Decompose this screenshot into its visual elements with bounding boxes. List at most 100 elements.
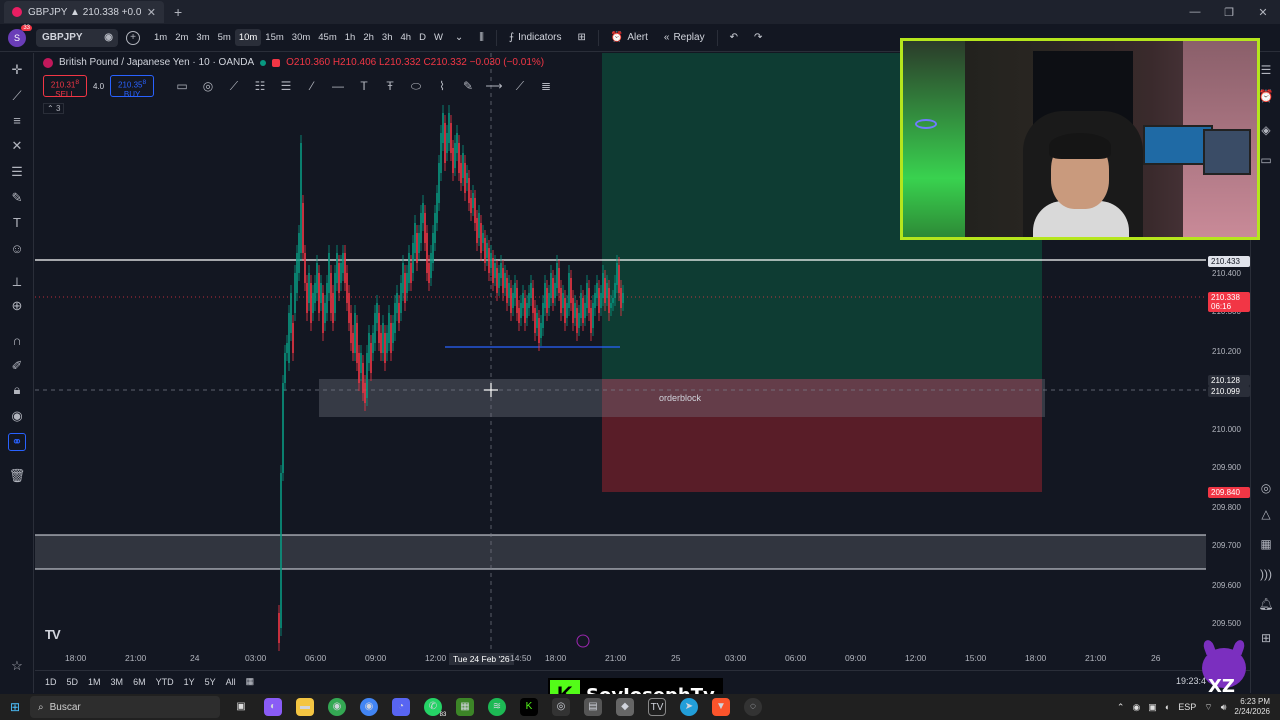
ruler-icon[interactable]: ⟂	[8, 273, 26, 291]
range-All[interactable]: All	[226, 677, 236, 687]
indicators-button[interactable]: ⨍ Indicators	[501, 24, 570, 52]
pen-icon[interactable]: ✎	[459, 77, 477, 95]
ideas-icon[interactable]: △	[1257, 507, 1275, 525]
copilot-icon[interactable]: ◐	[264, 698, 282, 716]
tray-app-icon[interactable]: ◐	[1165, 702, 1170, 712]
horizontal-line-icon[interactable]: —	[329, 77, 347, 95]
range-5Y[interactable]: 5Y	[205, 677, 216, 687]
link-icon[interactable]: ⚭	[8, 433, 26, 451]
range-YTD[interactable]: YTD	[156, 677, 174, 687]
calendar-icon[interactable]: ▦	[1257, 537, 1275, 555]
label-icon[interactable]: Ŧ	[381, 77, 399, 95]
telegram-icon[interactable]: ➤	[680, 698, 698, 716]
interval-1m[interactable]: 1m	[150, 29, 171, 46]
chrome-icon[interactable]: ◉	[328, 698, 346, 716]
ellipse-icon[interactable]: ⬭	[407, 77, 425, 95]
emoji-icon[interactable]: ☺	[8, 239, 26, 257]
prediction-icon[interactable]: ☰	[8, 163, 26, 181]
file-explorer-icon[interactable]: ▬	[296, 698, 314, 716]
range-5D[interactable]: 5D	[67, 677, 79, 687]
interval-dropdown-icon[interactable]: ⌄	[447, 24, 471, 52]
interval-3h[interactable]: 3h	[378, 29, 397, 46]
crosshair-icon[interactable]: ✛	[8, 61, 26, 79]
app-icon[interactable]: ▤	[584, 698, 602, 716]
trash-icon[interactable]: 🗑︎	[8, 467, 26, 485]
undo-icon[interactable]: ↶	[722, 24, 746, 52]
favorites-star-icon[interactable]: ☆	[8, 657, 26, 675]
spotify-icon[interactable]: ≋	[488, 698, 506, 716]
h-ray-icon[interactable]: ⟶	[485, 77, 503, 95]
chrome-profile-icon[interactable]: ◉	[360, 698, 378, 716]
interval-45m[interactable]: 45m	[314, 29, 340, 46]
task-view-icon[interactable]: ▣	[232, 698, 250, 716]
tradingview-app-icon[interactable]: TV	[648, 698, 666, 716]
candle-type-icon[interactable]: ⫼	[471, 24, 492, 52]
interval-5m[interactable]: 5m	[214, 29, 235, 46]
target-icon[interactable]: ◎	[1257, 481, 1275, 499]
zoom-in-icon[interactable]: ⊕	[8, 297, 26, 315]
minecraft-icon[interactable]: ▦	[456, 698, 474, 716]
whatsapp-icon[interactable]: ✆ 83	[424, 698, 446, 718]
extended-line-icon[interactable]: ⟋	[511, 77, 529, 95]
symbol-search[interactable]: GBPJPY ◉	[36, 28, 118, 47]
range-3M[interactable]: 3M	[111, 677, 124, 687]
windows-start-icon[interactable]: ⊞	[0, 700, 30, 714]
indicator-collapse[interactable]: ⌃ 3	[43, 103, 65, 114]
ray-icon[interactable]: ⁄	[303, 77, 321, 95]
fib-icon[interactable]: ≡	[8, 111, 26, 129]
interval-10m[interactable]: 10m	[234, 29, 262, 46]
notifications-icon[interactable]: 🔔︎	[1257, 597, 1275, 615]
browser-tab[interactable]: GBPJPY ▲ 210.338 +0.02% / U ✕	[4, 1, 164, 23]
interval-3m[interactable]: 3m	[192, 29, 213, 46]
lock-icon[interactable]: 🔒︎	[8, 381, 26, 399]
goto-date-icon[interactable]: ▦	[246, 676, 255, 687]
range-1D[interactable]: 1D	[45, 677, 57, 687]
taskbar-clock[interactable]: 6:23 PM 2/24/2026	[1234, 697, 1270, 717]
range-1M[interactable]: 1M	[88, 677, 101, 687]
discord-icon[interactable]: ◔	[392, 698, 410, 716]
interval-D[interactable]: D	[415, 29, 430, 46]
channel-icon[interactable]: ☷	[251, 77, 269, 95]
taskbar-search[interactable]: ⌕ Buscar	[30, 696, 220, 718]
alert-button[interactable]: ⏰ Alert	[603, 24, 656, 52]
circle-icon[interactable]: ◎	[199, 77, 217, 95]
interval-2m[interactable]: 2m	[171, 29, 192, 46]
close-window-button[interactable]: ✕	[1246, 6, 1280, 19]
fib-tool-icon[interactable]: ☰	[277, 77, 295, 95]
replay-button[interactable]: « Replay	[656, 24, 713, 52]
range-1Y[interactable]: 1Y	[184, 677, 195, 687]
interval-30m[interactable]: 30m	[288, 29, 314, 46]
avatar[interactable]: S 33	[8, 24, 32, 47]
pencil-lock-icon[interactable]: ✐	[8, 357, 26, 375]
more-tools-icon[interactable]: ≣	[537, 77, 555, 95]
compare-symbol-button[interactable]: +	[126, 30, 140, 45]
app-icon[interactable]: ◆	[616, 698, 634, 716]
pattern-icon[interactable]: ✕	[8, 137, 26, 155]
redo-icon[interactable]: ↷	[746, 24, 770, 52]
eye-icon[interactable]: ◉	[8, 407, 26, 425]
layout-icon[interactable]: ⊞	[569, 24, 593, 52]
obs-icon[interactable]: ◎	[552, 698, 570, 716]
interval-4h[interactable]: 4h	[396, 29, 415, 46]
tab-close-icon[interactable]: ✕	[147, 6, 156, 19]
range-6M[interactable]: 6M	[133, 677, 146, 687]
brush-icon[interactable]: ✎	[8, 189, 26, 207]
tray-app-icon[interactable]: ◉	[1132, 702, 1140, 713]
signal-icon[interactable]: )))	[1257, 567, 1275, 585]
line-tool-icon[interactable]: ⟋	[225, 77, 243, 95]
interval-1h[interactable]: 1h	[341, 29, 360, 46]
maximize-button[interactable]: ❐	[1212, 6, 1246, 19]
brave-icon[interactable]: ▼	[712, 698, 730, 716]
text-tool-icon[interactable]: T	[8, 213, 26, 231]
interval-15m[interactable]: 15m	[261, 29, 287, 46]
rectangle-icon[interactable]: ▭	[173, 77, 191, 95]
interval-W[interactable]: W	[430, 29, 447, 46]
magnet-icon[interactable]: ∩	[8, 331, 26, 349]
sell-button[interactable]: 210.318 SELL	[43, 75, 87, 99]
apps-grid-icon[interactable]: ⊞	[1257, 631, 1275, 649]
new-tab-button[interactable]: +	[174, 4, 182, 20]
language-indicator[interactable]: ESP	[1178, 702, 1196, 712]
app-icon[interactable]: ◌	[744, 698, 762, 716]
wifi-icon[interactable]: ⌔	[1204, 702, 1212, 713]
text-icon[interactable]: T	[355, 77, 373, 95]
